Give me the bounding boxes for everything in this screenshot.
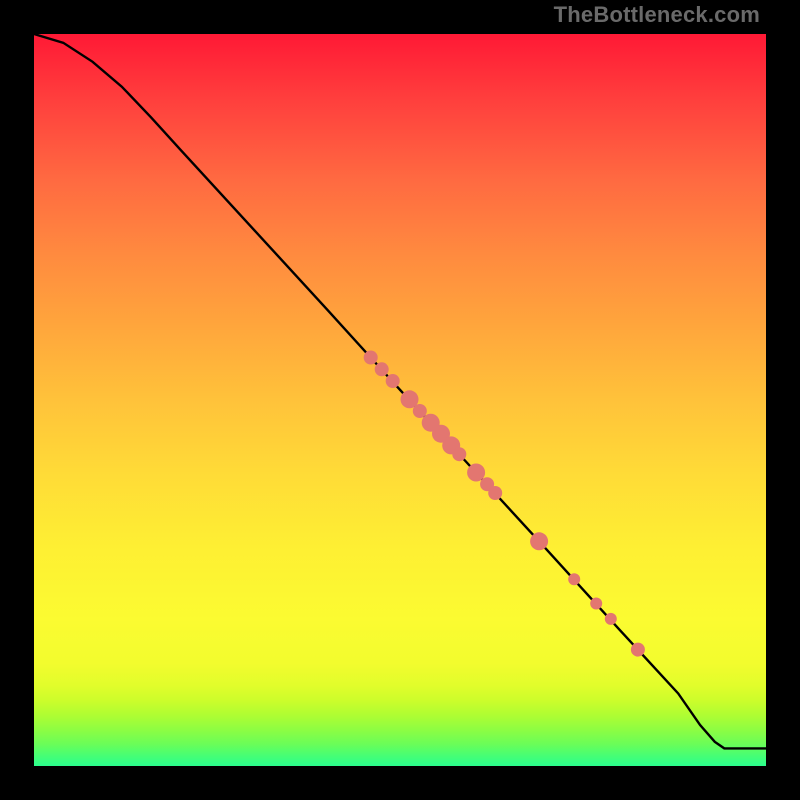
plot-area (34, 34, 766, 766)
data-point (413, 404, 427, 418)
data-curve (34, 34, 766, 748)
chart-svg (34, 34, 766, 766)
chart-frame: TheBottleneck.com (0, 0, 800, 800)
data-point (530, 532, 548, 550)
data-point (568, 573, 580, 585)
watermark-text: TheBottleneck.com (554, 2, 760, 28)
data-point (452, 447, 466, 461)
data-point (375, 362, 389, 376)
data-point (605, 613, 617, 625)
data-point (467, 464, 485, 482)
data-point (364, 351, 378, 365)
data-point (590, 598, 602, 610)
data-point (488, 486, 502, 500)
data-point (631, 643, 645, 657)
data-point (386, 374, 400, 388)
